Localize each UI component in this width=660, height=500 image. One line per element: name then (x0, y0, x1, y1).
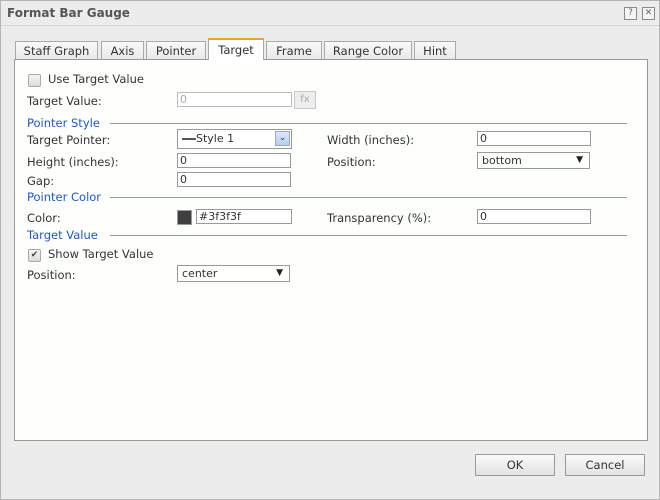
dropdown-arrow-icon: ▼ (276, 268, 283, 278)
chevron-down-icon[interactable]: ⌄ (275, 131, 290, 146)
tab-pointer[interactable]: Pointer (146, 41, 206, 59)
width-label: Width (inches): (327, 133, 415, 147)
section-divider (110, 123, 627, 124)
gap-input[interactable]: 0 (177, 172, 291, 187)
section-divider (110, 235, 627, 236)
pointer-style-heading: Pointer Style (27, 116, 100, 130)
gap-label: Gap: (27, 174, 55, 188)
tab-range-color[interactable]: Range Color (324, 41, 412, 59)
dialog-title: Format Bar Gauge (7, 6, 130, 20)
color-swatch[interactable] (177, 210, 192, 225)
pointer-position-value: bottom (482, 154, 522, 167)
target-pointer-combo[interactable]: Style 1 ⌄ (177, 129, 292, 149)
format-bar-gauge-dialog: Format Bar Gauge ? ✕ Staff Graph Axis Po… (0, 0, 660, 500)
help-icon[interactable]: ? (624, 7, 637, 20)
tab-target[interactable]: Target (208, 38, 264, 60)
use-target-value-label: Use Target Value (48, 72, 144, 86)
tab-hint[interactable]: Hint (414, 41, 456, 59)
show-target-value-checkbox[interactable]: ✔ (28, 249, 41, 262)
title-bar: Format Bar Gauge ? ✕ (1, 1, 659, 26)
section-divider (110, 197, 627, 198)
height-input[interactable]: 0 (177, 153, 291, 168)
color-label: Color: (27, 211, 61, 225)
pointer-position-select[interactable]: bottom ▼ (477, 152, 590, 169)
tab-staff-graph[interactable]: Staff Graph (15, 41, 98, 59)
target-pointer-value: Style 1 (196, 132, 235, 145)
tab-frame[interactable]: Frame (266, 41, 322, 59)
target-value-heading: Target Value (27, 228, 98, 242)
color-input[interactable]: #3f3f3f (196, 209, 292, 224)
transparency-label: Transparency (%): (327, 211, 432, 225)
value-position-label: Position: (27, 268, 76, 282)
cancel-button[interactable]: Cancel (565, 454, 645, 476)
target-tab-panel: Use Target Value Target Value: 0 fx Poin… (14, 59, 648, 441)
value-position-select[interactable]: center ▼ (177, 265, 290, 282)
ok-button[interactable]: OK (475, 454, 555, 476)
tab-axis[interactable]: Axis (101, 41, 144, 59)
target-value-label: Target Value: (27, 94, 102, 108)
height-label: Height (inches): (27, 155, 119, 169)
pointer-color-heading: Pointer Color (27, 190, 102, 204)
fx-button[interactable]: fx (294, 91, 316, 109)
show-target-value-label: Show Target Value (48, 247, 154, 261)
width-input[interactable]: 0 (477, 131, 591, 146)
use-target-value-checkbox[interactable] (28, 74, 41, 87)
value-position-value: center (182, 267, 218, 280)
pointer-style-line-icon (182, 138, 196, 140)
target-value-input[interactable]: 0 (177, 92, 292, 107)
position-label: Position: (327, 155, 376, 169)
close-icon[interactable]: ✕ (642, 7, 655, 20)
transparency-input[interactable]: 0 (477, 209, 591, 224)
target-pointer-label: Target Pointer: (27, 133, 111, 147)
dropdown-arrow-icon: ▼ (576, 155, 583, 165)
